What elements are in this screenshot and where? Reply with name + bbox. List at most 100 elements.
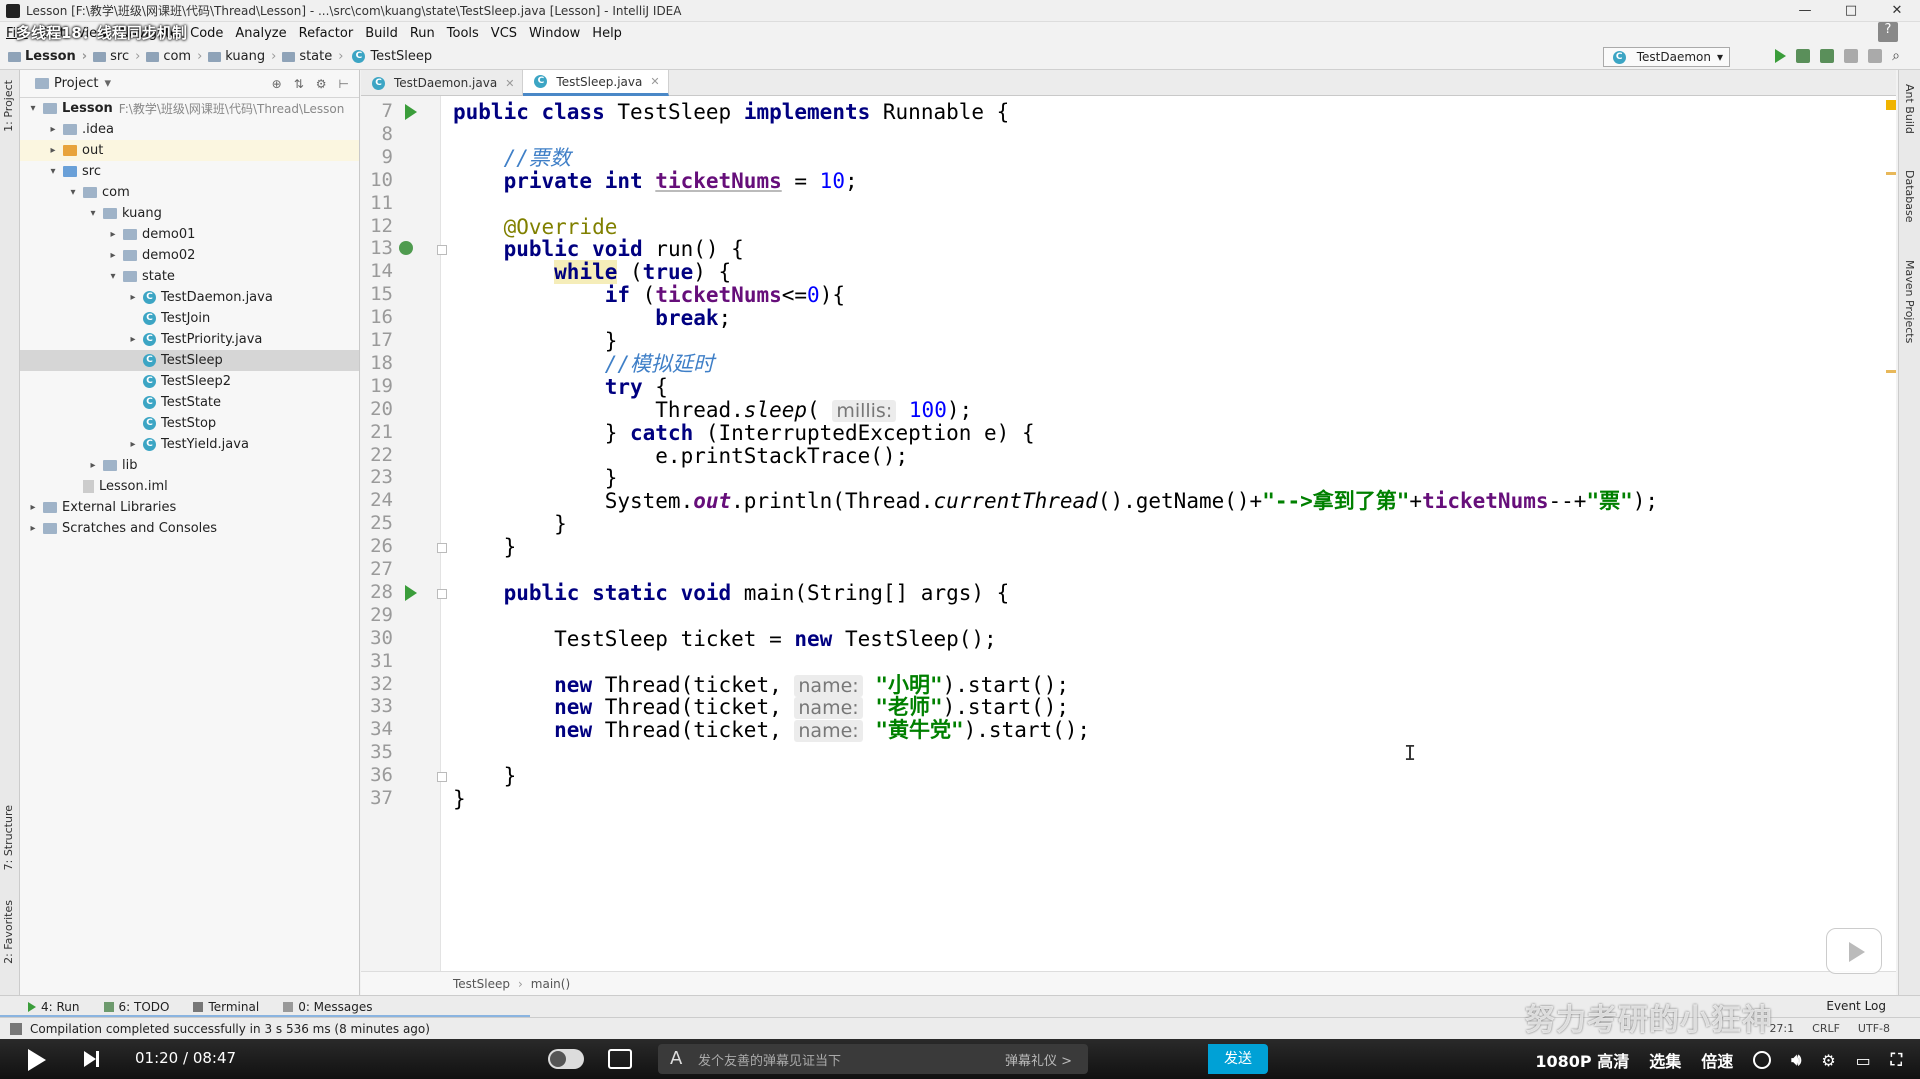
gear-icon[interactable]: ⚙ (316, 77, 327, 91)
menu-tools[interactable]: Tools (447, 26, 479, 41)
tab-testsleep[interactable]: C TestSleep.java ✕ (523, 70, 669, 96)
chevron-right-icon[interactable]: ▸ (46, 145, 60, 156)
send-button[interactable]: 发送 (1208, 1044, 1268, 1074)
close-icon[interactable]: ✕ (505, 77, 514, 90)
run-icon[interactable] (1775, 49, 1787, 63)
tool-tab-structure[interactable]: 7: Structure (2, 805, 15, 870)
code-line[interactable]: } (453, 533, 517, 561)
code-line[interactable]: public class TestSleep implements Runnab… (453, 98, 1009, 126)
tree-item[interactable]: ▸ C TestDaemon.java (20, 287, 359, 308)
danmaku-input[interactable]: A 发个友善的弹幕见证当下 弹幕礼仪 > (658, 1044, 1088, 1074)
fold-icon[interactable] (437, 772, 447, 783)
override-gutter-icon[interactable] (399, 241, 413, 256)
menu-vcs[interactable]: VCS (491, 26, 517, 41)
project-structure-icon[interactable] (1868, 49, 1883, 63)
breadcrumb-project[interactable]: Lesson › (8, 49, 93, 64)
stop-icon[interactable] (1844, 49, 1859, 63)
chevron-right-icon[interactable]: ▸ (106, 229, 120, 240)
tree-item[interactable]: ▸ C TestPriority.java (20, 329, 359, 350)
chevron-down-icon[interactable]: ▾ (104, 76, 111, 91)
chevron-right-icon[interactable]: ▸ (26, 502, 40, 513)
fold-icon[interactable] (437, 588, 447, 599)
chevron-right-icon[interactable]: ▸ (126, 292, 140, 303)
breadcrumb-state[interactable]: state › (282, 49, 349, 64)
tool-tab-run[interactable]: 4: Run (28, 1000, 80, 1014)
scroll-marker[interactable] (1886, 172, 1896, 175)
code-line[interactable]: new Thread(ticket, name: "黄牛党").start(); (453, 716, 1090, 744)
chevron-right-icon[interactable]: ▸ (86, 460, 100, 471)
code-line[interactable]: } (453, 785, 466, 813)
tree-item[interactable]: ▸ External Libraries (20, 497, 359, 518)
code-line[interactable]: public static void main(String[] args) { (453, 579, 1010, 607)
chevron-right-icon[interactable]: ▸ (126, 439, 140, 450)
chevron-right-icon[interactable]: ▸ (106, 250, 120, 261)
line-separator[interactable]: CRLF (1812, 1022, 1840, 1035)
chevron-down-icon[interactable]: ▾ (106, 271, 120, 282)
inspection-status-icon[interactable] (1886, 100, 1896, 110)
breadcrumb-kuang[interactable]: kuang › (208, 49, 282, 64)
chevron-right-icon[interactable]: ▸ (46, 124, 60, 135)
locate-icon[interactable]: ⊕ (272, 77, 282, 91)
menu-build[interactable]: Build (365, 26, 398, 41)
tree-item[interactable]: ▸ .idea (20, 119, 359, 140)
menu-code[interactable]: Code (190, 26, 223, 41)
menu-analyze[interactable]: Analyze (235, 26, 286, 41)
pip-icon[interactable]: ▭ (1856, 1051, 1871, 1070)
breadcrumb-com[interactable]: com › (146, 49, 208, 64)
tree-item[interactable]: ▸ lib (20, 455, 359, 476)
tree-item[interactable]: C TestStop (20, 413, 359, 434)
tree-item[interactable]: ▾ com (20, 182, 359, 203)
menu-help[interactable]: Help (592, 26, 622, 41)
danmaku-settings-icon[interactable] (608, 1049, 632, 1069)
play-icon[interactable] (28, 1049, 46, 1071)
chevron-right-icon[interactable]: ▸ (26, 523, 40, 534)
event-log-button[interactable]: Event Log (1826, 999, 1886, 1013)
menu-refactor[interactable]: Refactor (299, 26, 354, 41)
tree-item[interactable]: ▸ out (20, 140, 359, 161)
caret-position[interactable]: 27:1 (1769, 1022, 1794, 1035)
breadcrumb-class[interactable]: C TestSleep (349, 49, 432, 64)
tree-item[interactable]: C TestJoin (20, 308, 359, 329)
run-gutter-icon[interactable] (405, 584, 417, 601)
tool-tab-messages[interactable]: 0: Messages (283, 1000, 373, 1014)
editor-crumb-method[interactable]: main() (531, 977, 570, 991)
hide-icon[interactable]: ⊢ (339, 77, 349, 91)
text-style-icon[interactable]: A (670, 1048, 682, 1069)
debug-icon[interactable] (1796, 49, 1811, 63)
chevron-down-icon[interactable]: ▾ (26, 103, 40, 114)
tool-tab-ant-build[interactable]: Ant Build (1903, 84, 1916, 134)
run-gutter-icon[interactable] (405, 104, 417, 120)
scroll-marker[interactable] (1886, 370, 1896, 373)
record-icon[interactable] (1753, 1051, 1772, 1069)
editor-crumb-class[interactable]: TestSleep (453, 977, 510, 991)
run-configuration-select[interactable]: C TestDaemon ▾ (1602, 47, 1730, 67)
tool-tab-favorites[interactable]: 2: Favorites (2, 900, 15, 964)
danmaku-toggle[interactable] (548, 1049, 584, 1069)
menu-window[interactable]: Window (529, 26, 580, 41)
fold-icon[interactable] (437, 543, 447, 554)
speed-button[interactable]: 倍速 (1701, 1048, 1733, 1072)
tree-item[interactable]: ▾ Lesson F:\教学\班级\网课班\代码\Thread\Lesson (20, 98, 359, 119)
code-editor[interactable]: 7 8 9 10 11 12 13 14 15 16 17 18 19 20 21 22 23 24 25 26 27 2… (361, 96, 1896, 971)
code-line[interactable]: private int ticketNums = 10; (453, 167, 858, 195)
fold-icon[interactable] (437, 245, 447, 256)
tool-tab-todo[interactable]: 6: TODO (103, 1000, 169, 1014)
help-icon[interactable]: ? (1878, 22, 1898, 42)
floating-play-icon[interactable] (1826, 928, 1882, 974)
tool-tab-database[interactable]: Database (1903, 170, 1916, 223)
file-encoding[interactable]: UTF-8 (1858, 1022, 1890, 1035)
chevron-right-icon[interactable]: ▸ (126, 334, 140, 345)
tree-item[interactable]: ▸ demo01 (20, 224, 359, 245)
tree-item[interactable]: Lesson.iml (20, 476, 359, 497)
maximize-button[interactable]: □ (1828, 3, 1874, 18)
tool-tab-maven[interactable]: Maven Projects (1903, 260, 1916, 343)
search-everywhere-icon[interactable]: ⌕ (1892, 48, 1900, 64)
minimize-button[interactable]: — (1782, 3, 1828, 18)
code-line[interactable]: System.out.println(Thread.currentThread(… (453, 487, 1658, 515)
tree-item[interactable]: ▸ demo02 (20, 245, 359, 266)
volume-icon[interactable]: 🔊︎ (1791, 1050, 1801, 1070)
menu-run[interactable]: Run (410, 26, 435, 41)
tab-testdaemon[interactable]: C TestDaemon.java ✕ (361, 70, 524, 96)
tool-tab-project[interactable]: 1: Project (2, 80, 15, 132)
tree-item[interactable]: ▸ C TestYield.java (20, 434, 359, 455)
